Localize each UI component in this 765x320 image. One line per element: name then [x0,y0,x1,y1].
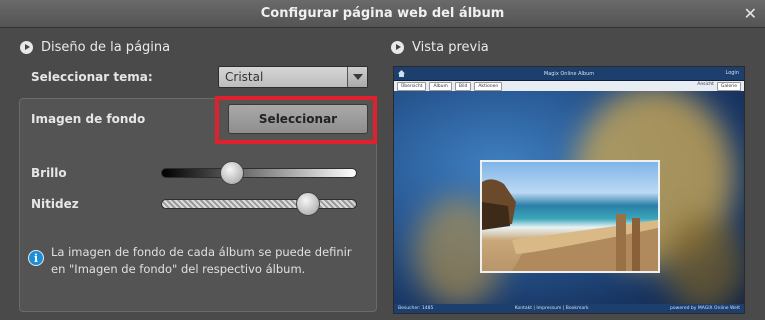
brightness-slider[interactable] [161,161,357,185]
sharpness-label: Nitidez [31,197,79,211]
page-design-heading-label: Diseño de la página [41,40,171,55]
info-text: La imagen de fondo de cada álbum se pued… [51,245,352,276]
preview-footer: Besucher: 1485 Kontakt | Impressum | Boo… [394,304,744,313]
preview-footer-right: powered by MAGIX Online Welt [670,306,740,311]
window-title: Configurar página web del álbum [260,6,505,21]
home-icon [398,70,405,77]
preview-nav: Übersicht Album Bild Aktionen Ansicht Ga… [394,81,744,91]
preview-footer-links: Kontakt | Impressum | Bookmark [514,306,589,311]
preview-nav-item: Bild [454,81,472,91]
preview-nav-item: Übersicht [397,81,427,91]
beach-photo-art [482,179,658,271]
website-preview: Magix Online Album Login Übersicht Album… [393,66,745,314]
brightness-slider-thumb[interactable] [219,161,244,185]
preview-header: Magix Online Album Login [394,67,744,81]
page-design-heading[interactable]: Diseño de la página [20,40,170,55]
brightness-label: Brillo [31,166,67,180]
sharpness-slider[interactable] [161,192,357,216]
theme-dropdown[interactable]: Cristal [218,66,368,88]
title-bar: Configurar página web del álbum ✕ [0,0,765,28]
preview-view-label: Ansicht [697,81,714,87]
preview-nav-action: Aktionen [474,81,503,91]
blurred-grass-image [664,217,744,312]
theme-value: Cristal [225,70,264,84]
background-image-label: Imagen de fondo [31,112,146,126]
close-icon[interactable]: ✕ [744,4,757,23]
preview-site-title: Magix Online Album [543,70,595,77]
preview-heading[interactable]: Vista previa [391,40,489,55]
preview-nav-item: Album [429,81,452,91]
expand-arrow-icon [391,41,404,54]
preview-footer-left: Besucher: 1485 [398,306,434,311]
preview-login: Login [725,70,740,76]
info-icon: i [28,250,44,266]
preview-view-value: Galerie [716,81,741,91]
chevron-down-icon[interactable] [347,67,367,87]
beach-photo [480,160,660,273]
theme-label: Seleccionar tema: [31,70,153,84]
select-background-button[interactable]: Seleccionar [228,104,368,134]
expand-arrow-icon [20,41,33,54]
preview-heading-label: Vista previa [412,40,489,55]
